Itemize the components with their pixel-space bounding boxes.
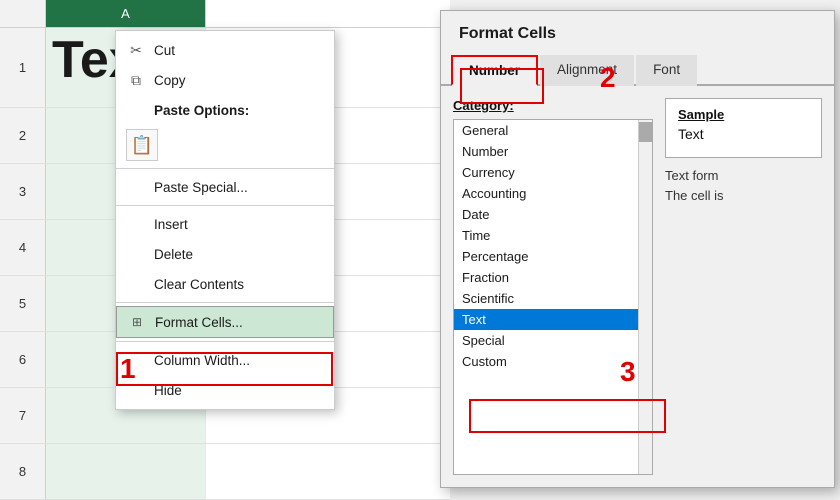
hide-menu-item[interactable]: Hide [116,375,334,405]
row-num-8: 8 [0,444,46,499]
tab-number[interactable]: Number [451,55,538,86]
category-label: Category: [453,98,653,113]
sample-label: Sample [678,107,809,122]
row-num-7: 7 [0,388,46,443]
cat-accounting[interactable]: Accounting [454,183,652,204]
copy-icon: ⧉ [126,70,146,90]
description-line1: Text form [665,168,718,183]
category-list[interactable]: General Number Currency Accounting Date … [453,119,653,475]
copy-label: Copy [154,73,318,88]
clear-icon [126,274,146,294]
description-text: Text form The cell is [665,166,822,205]
corner-cell [0,0,46,27]
scrollbar-thumb [639,122,653,142]
dialog-title: Format Cells [441,11,834,53]
paste-options-row: 📋 [116,125,334,165]
description-line2: The cell is [665,188,724,203]
column-width-label: Column Width... [154,353,318,368]
cut-menu-item[interactable]: ✂ Cut [116,35,334,65]
separator-1 [116,168,334,169]
tab-font[interactable]: Font [636,55,697,86]
dialog-tabs: Number Alignment Font [441,53,834,86]
format-cells-menu-item[interactable]: ⊞ Format Cells... [116,306,334,338]
copy-menu-item[interactable]: ⧉ Copy [116,65,334,95]
row-num-2: 2 [0,108,46,163]
clear-contents-label: Clear Contents [154,277,318,292]
separator-3 [116,302,334,303]
col-a-header[interactable]: A [46,0,206,27]
sample-value: Text [678,126,809,142]
row-num-3: 3 [0,164,46,219]
delete-label: Delete [154,247,318,262]
paste-btn-1[interactable]: 📋 [126,129,158,161]
annotation-1: 1 [120,355,136,383]
tab-alignment[interactable]: Alignment [540,55,634,86]
hide-label: Hide [154,383,318,398]
paste-icon [126,100,146,120]
cat-currency[interactable]: Currency [454,162,652,183]
cell-a8[interactable] [46,444,206,499]
row-num-4: 4 [0,220,46,275]
cut-icon: ✂ [126,40,146,60]
row-num-6: 6 [0,332,46,387]
format-cells-label: Format Cells... [155,315,317,330]
annotation-2: 2 [600,64,616,92]
row-num-5: 5 [0,276,46,331]
paste-special-menu-item[interactable]: Paste Special... [116,172,334,202]
cat-special[interactable]: Special [454,330,652,351]
column-width-menu-item[interactable]: Column Width... [116,345,334,375]
delete-icon [126,244,146,264]
paste-options-label: Paste Options: [154,103,318,118]
cat-date[interactable]: Date [454,204,652,225]
delete-menu-item[interactable]: Delete [116,239,334,269]
separator-4 [116,341,334,342]
cat-text[interactable]: Text [454,309,652,330]
sample-box: Sample Text [665,98,822,158]
paste-special-icon [126,177,146,197]
cat-percentage[interactable]: Percentage [454,246,652,267]
cat-time[interactable]: Time [454,225,652,246]
category-scrollbar[interactable] [638,120,652,474]
format-cells-icon: ⊞ [127,312,147,332]
format-cells-dialog: Format Cells Number Alignment Font Categ… [440,10,835,488]
cat-general[interactable]: General [454,120,652,141]
insert-icon [126,214,146,234]
col-header-row: A [0,0,450,28]
category-section: Category: General Number Currency Accoun… [453,98,653,475]
table-row: 8 [0,444,450,500]
paste-options-label-item: Paste Options: [116,95,334,125]
context-menu: ✂ Cut ⧉ Copy Paste Options: 📋 Paste Spec… [115,30,335,410]
dialog-body: Category: General Number Currency Accoun… [441,86,834,487]
cut-label: Cut [154,43,318,58]
paste-special-label: Paste Special... [154,180,318,195]
insert-menu-item[interactable]: Insert [116,209,334,239]
separator-2 [116,205,334,206]
cat-fraction[interactable]: Fraction [454,267,652,288]
annotation-3: 3 [620,358,636,386]
clear-contents-menu-item[interactable]: Clear Contents [116,269,334,299]
row-num-1: 1 [0,28,46,107]
cat-scientific[interactable]: Scientific [454,288,652,309]
cat-number[interactable]: Number [454,141,652,162]
insert-label: Insert [154,217,318,232]
sample-section: Sample Text Text form The cell is [665,98,822,475]
